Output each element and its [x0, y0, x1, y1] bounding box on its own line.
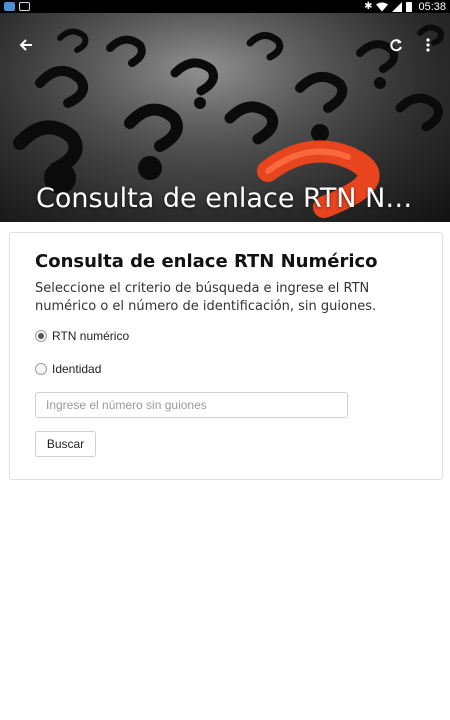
- wifi-icon: [376, 2, 389, 11]
- radio-button-identidad[interactable]: [35, 363, 47, 375]
- number-input[interactable]: [35, 392, 348, 418]
- radio-label-rtn: RTN numérico: [52, 329, 130, 343]
- image-notification-icon: [19, 2, 30, 11]
- header-image: Consulta de enlace RTN N…: [0, 13, 450, 222]
- status-time: 05:38: [418, 0, 446, 13]
- status-bar: ✱ 05:38: [0, 0, 450, 13]
- radio-option-identidad[interactable]: Identidad: [35, 362, 101, 376]
- back-arrow-icon: [19, 39, 32, 51]
- app-notification-icon: [4, 2, 15, 11]
- status-bar-right: ✱ 05:38: [364, 1, 446, 13]
- header-title: Consulta de enlace RTN N…: [36, 183, 413, 214]
- status-bar-left: [4, 2, 30, 11]
- search-card: Consulta de enlace RTN Numérico Seleccio…: [9, 232, 443, 480]
- back-button[interactable]: [14, 33, 38, 57]
- search-button[interactable]: Buscar: [35, 431, 96, 457]
- more-options-button[interactable]: [416, 33, 440, 57]
- bluetooth-icon: ✱: [364, 0, 373, 12]
- radio-option-rtn[interactable]: RTN numérico: [35, 329, 129, 343]
- radio-label-identidad: Identidad: [52, 362, 102, 376]
- more-vert-icon: [426, 38, 430, 52]
- form-title: Consulta de enlace RTN Numérico: [35, 251, 378, 272]
- refresh-icon: [390, 39, 402, 52]
- signal-icon: [392, 1, 403, 12]
- radio-selected-dot: [38, 333, 44, 339]
- radio-button-rtn[interactable]: [35, 330, 47, 342]
- refresh-button[interactable]: [384, 33, 408, 57]
- form-description: Seleccione el criterio de búsqueda e ing…: [35, 281, 377, 314]
- battery-icon: [406, 1, 413, 12]
